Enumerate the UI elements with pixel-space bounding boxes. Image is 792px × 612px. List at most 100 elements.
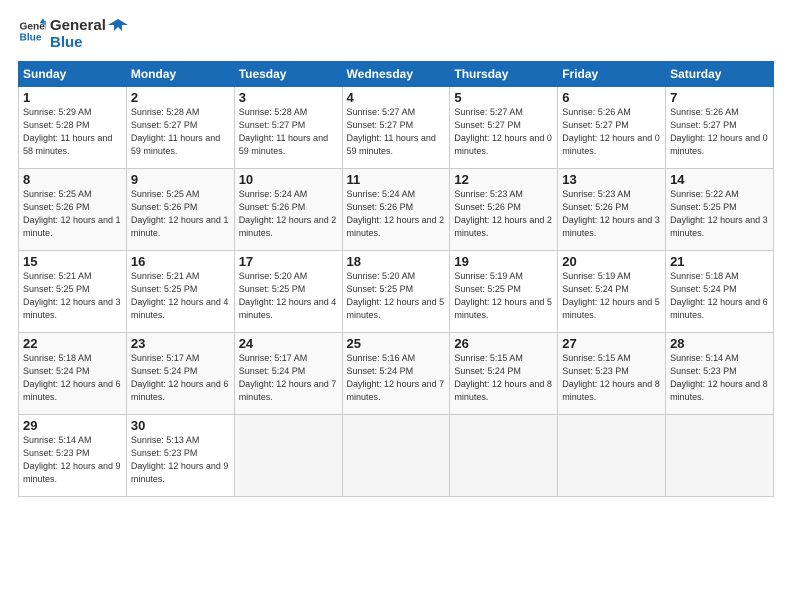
calendar-cell: 22Sunrise: 5:18 AMSunset: 5:24 PMDayligh… bbox=[19, 333, 127, 415]
day-number: 19 bbox=[454, 254, 553, 269]
day-number: 4 bbox=[347, 90, 446, 105]
day-info: Sunrise: 5:23 AMSunset: 5:26 PMDaylight:… bbox=[562, 188, 661, 240]
day-info: Sunrise: 5:20 AMSunset: 5:25 PMDaylight:… bbox=[239, 270, 338, 322]
page: General Blue General Blue bbox=[0, 0, 792, 612]
logo-icon: General Blue bbox=[18, 17, 46, 45]
day-info: Sunrise: 5:20 AMSunset: 5:25 PMDaylight:… bbox=[347, 270, 446, 322]
day-info: Sunrise: 5:25 AMSunset: 5:26 PMDaylight:… bbox=[131, 188, 230, 240]
day-info: Sunrise: 5:15 AMSunset: 5:23 PMDaylight:… bbox=[562, 352, 661, 404]
calendar-header-sunday: Sunday bbox=[19, 62, 127, 87]
day-number: 28 bbox=[670, 336, 769, 351]
day-number: 2 bbox=[131, 90, 230, 105]
day-number: 18 bbox=[347, 254, 446, 269]
calendar-cell: 20Sunrise: 5:19 AMSunset: 5:24 PMDayligh… bbox=[558, 251, 666, 333]
day-info: Sunrise: 5:14 AMSunset: 5:23 PMDaylight:… bbox=[23, 434, 122, 486]
calendar-header-friday: Friday bbox=[558, 62, 666, 87]
logo-blue: Blue bbox=[50, 35, 106, 52]
calendar-header-thursday: Thursday bbox=[450, 62, 558, 87]
day-number: 23 bbox=[131, 336, 230, 351]
day-info: Sunrise: 5:16 AMSunset: 5:24 PMDaylight:… bbox=[347, 352, 446, 404]
calendar-cell: 12Sunrise: 5:23 AMSunset: 5:26 PMDayligh… bbox=[450, 169, 558, 251]
day-info: Sunrise: 5:19 AMSunset: 5:25 PMDaylight:… bbox=[454, 270, 553, 322]
calendar-cell: 16Sunrise: 5:21 AMSunset: 5:25 PMDayligh… bbox=[126, 251, 234, 333]
calendar-cell bbox=[234, 415, 342, 497]
logo-bird-icon bbox=[108, 17, 128, 37]
svg-text:Blue: Blue bbox=[20, 32, 42, 43]
day-number: 22 bbox=[23, 336, 122, 351]
calendar-cell: 18Sunrise: 5:20 AMSunset: 5:25 PMDayligh… bbox=[342, 251, 450, 333]
day-number: 10 bbox=[239, 172, 338, 187]
calendar-cell: 13Sunrise: 5:23 AMSunset: 5:26 PMDayligh… bbox=[558, 169, 666, 251]
calendar-week-row: 15Sunrise: 5:21 AMSunset: 5:25 PMDayligh… bbox=[19, 251, 774, 333]
day-info: Sunrise: 5:21 AMSunset: 5:25 PMDaylight:… bbox=[23, 270, 122, 322]
day-info: Sunrise: 5:17 AMSunset: 5:24 PMDaylight:… bbox=[239, 352, 338, 404]
day-info: Sunrise: 5:23 AMSunset: 5:26 PMDaylight:… bbox=[454, 188, 553, 240]
logo-general: General bbox=[50, 18, 106, 35]
day-number: 26 bbox=[454, 336, 553, 351]
calendar-cell: 6Sunrise: 5:26 AMSunset: 5:27 PMDaylight… bbox=[558, 87, 666, 169]
calendar-cell: 24Sunrise: 5:17 AMSunset: 5:24 PMDayligh… bbox=[234, 333, 342, 415]
calendar-cell: 27Sunrise: 5:15 AMSunset: 5:23 PMDayligh… bbox=[558, 333, 666, 415]
day-number: 6 bbox=[562, 90, 661, 105]
day-number: 3 bbox=[239, 90, 338, 105]
calendar-header-wednesday: Wednesday bbox=[342, 62, 450, 87]
calendar-cell: 23Sunrise: 5:17 AMSunset: 5:24 PMDayligh… bbox=[126, 333, 234, 415]
calendar-cell: 30Sunrise: 5:13 AMSunset: 5:23 PMDayligh… bbox=[126, 415, 234, 497]
day-number: 7 bbox=[670, 90, 769, 105]
day-info: Sunrise: 5:26 AMSunset: 5:27 PMDaylight:… bbox=[562, 106, 661, 158]
day-info: Sunrise: 5:24 AMSunset: 5:26 PMDaylight:… bbox=[347, 188, 446, 240]
calendar-header-tuesday: Tuesday bbox=[234, 62, 342, 87]
day-info: Sunrise: 5:15 AMSunset: 5:24 PMDaylight:… bbox=[454, 352, 553, 404]
day-info: Sunrise: 5:26 AMSunset: 5:27 PMDaylight:… bbox=[670, 106, 769, 158]
day-number: 21 bbox=[670, 254, 769, 269]
calendar-cell: 8Sunrise: 5:25 AMSunset: 5:26 PMDaylight… bbox=[19, 169, 127, 251]
calendar-cell: 4Sunrise: 5:27 AMSunset: 5:27 PMDaylight… bbox=[342, 87, 450, 169]
calendar-cell: 10Sunrise: 5:24 AMSunset: 5:26 PMDayligh… bbox=[234, 169, 342, 251]
day-info: Sunrise: 5:18 AMSunset: 5:24 PMDaylight:… bbox=[23, 352, 122, 404]
calendar-cell: 15Sunrise: 5:21 AMSunset: 5:25 PMDayligh… bbox=[19, 251, 127, 333]
calendar-cell bbox=[558, 415, 666, 497]
day-number: 30 bbox=[131, 418, 230, 433]
calendar-cell: 17Sunrise: 5:20 AMSunset: 5:25 PMDayligh… bbox=[234, 251, 342, 333]
day-info: Sunrise: 5:17 AMSunset: 5:24 PMDaylight:… bbox=[131, 352, 230, 404]
day-number: 9 bbox=[131, 172, 230, 187]
header: General Blue General Blue bbox=[18, 18, 774, 51]
day-info: Sunrise: 5:28 AMSunset: 5:27 PMDaylight:… bbox=[131, 106, 230, 158]
calendar-cell: 3Sunrise: 5:28 AMSunset: 5:27 PMDaylight… bbox=[234, 87, 342, 169]
calendar-week-row: 8Sunrise: 5:25 AMSunset: 5:26 PMDaylight… bbox=[19, 169, 774, 251]
calendar-cell bbox=[342, 415, 450, 497]
day-info: Sunrise: 5:21 AMSunset: 5:25 PMDaylight:… bbox=[131, 270, 230, 322]
day-number: 11 bbox=[347, 172, 446, 187]
calendar-cell: 7Sunrise: 5:26 AMSunset: 5:27 PMDaylight… bbox=[666, 87, 774, 169]
day-number: 29 bbox=[23, 418, 122, 433]
calendar-week-row: 29Sunrise: 5:14 AMSunset: 5:23 PMDayligh… bbox=[19, 415, 774, 497]
day-number: 12 bbox=[454, 172, 553, 187]
day-number: 24 bbox=[239, 336, 338, 351]
calendar-week-row: 22Sunrise: 5:18 AMSunset: 5:24 PMDayligh… bbox=[19, 333, 774, 415]
calendar-cell: 11Sunrise: 5:24 AMSunset: 5:26 PMDayligh… bbox=[342, 169, 450, 251]
logo: General Blue General Blue bbox=[18, 18, 128, 51]
day-number: 27 bbox=[562, 336, 661, 351]
day-number: 1 bbox=[23, 90, 122, 105]
day-number: 15 bbox=[23, 254, 122, 269]
calendar-header-saturday: Saturday bbox=[666, 62, 774, 87]
calendar-cell: 29Sunrise: 5:14 AMSunset: 5:23 PMDayligh… bbox=[19, 415, 127, 497]
day-info: Sunrise: 5:29 AMSunset: 5:28 PMDaylight:… bbox=[23, 106, 122, 158]
calendar-table: SundayMondayTuesdayWednesdayThursdayFrid… bbox=[18, 61, 774, 497]
day-info: Sunrise: 5:14 AMSunset: 5:23 PMDaylight:… bbox=[670, 352, 769, 404]
day-number: 16 bbox=[131, 254, 230, 269]
calendar-cell bbox=[450, 415, 558, 497]
calendar-header-row: SundayMondayTuesdayWednesdayThursdayFrid… bbox=[19, 62, 774, 87]
day-info: Sunrise: 5:22 AMSunset: 5:25 PMDaylight:… bbox=[670, 188, 769, 240]
day-number: 20 bbox=[562, 254, 661, 269]
calendar-cell: 14Sunrise: 5:22 AMSunset: 5:25 PMDayligh… bbox=[666, 169, 774, 251]
calendar-header-monday: Monday bbox=[126, 62, 234, 87]
calendar-cell: 9Sunrise: 5:25 AMSunset: 5:26 PMDaylight… bbox=[126, 169, 234, 251]
day-info: Sunrise: 5:18 AMSunset: 5:24 PMDaylight:… bbox=[670, 270, 769, 322]
calendar-cell: 26Sunrise: 5:15 AMSunset: 5:24 PMDayligh… bbox=[450, 333, 558, 415]
calendar-cell: 21Sunrise: 5:18 AMSunset: 5:24 PMDayligh… bbox=[666, 251, 774, 333]
day-info: Sunrise: 5:25 AMSunset: 5:26 PMDaylight:… bbox=[23, 188, 122, 240]
day-number: 14 bbox=[670, 172, 769, 187]
day-number: 17 bbox=[239, 254, 338, 269]
calendar-week-row: 1Sunrise: 5:29 AMSunset: 5:28 PMDaylight… bbox=[19, 87, 774, 169]
